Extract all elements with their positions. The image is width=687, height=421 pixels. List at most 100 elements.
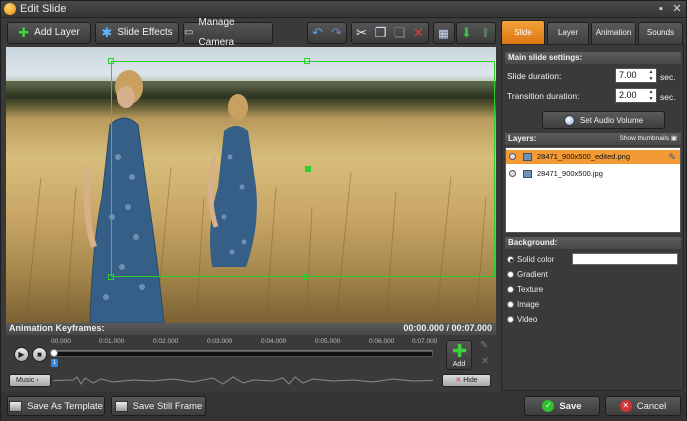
order-group: ⬇ ⬆ <box>456 22 496 44</box>
tick-label: 0:06.000 <box>369 338 395 345</box>
radio-solid-color[interactable] <box>507 256 514 263</box>
add-keyframe-label: Add <box>452 361 466 368</box>
image-thumbnail-icon <box>523 170 532 178</box>
keyframes-time: 00:00.000 / 00:07.000 <box>403 323 492 333</box>
layer-item[interactable]: 28471_900x500.jpg <box>506 167 680 181</box>
spinner-arrows-icon[interactable]: ▲ ▼ <box>647 89 655 102</box>
layers-title: Layers: <box>508 134 537 143</box>
plus-icon: ✚ <box>452 341 468 361</box>
play-button[interactable]: ▶ <box>14 347 29 362</box>
solid-color-swatch[interactable] <box>572 253 678 265</box>
tick-label: 0:07.000 <box>412 338 438 345</box>
slide-duration-unit: sec. <box>660 72 676 82</box>
hide-button[interactable]: ✕ Hide <box>442 374 491 387</box>
slide-duration-input[interactable]: 7.00 ▲ ▼ <box>615 68 657 83</box>
delete-keyframe-icon[interactable]: ✕ <box>481 356 489 367</box>
add-layer-button[interactable]: ✚ Add Layer <box>7 22 91 44</box>
pencil-icon[interactable]: ✎ <box>668 150 676 164</box>
cancel-icon: ✕ <box>619 400 632 412</box>
layer-name: 28471_900x500_edited.png <box>537 152 631 161</box>
edit-keyframe-icon[interactable]: ✎ <box>480 340 488 351</box>
align-icon[interactable]: ▦ <box>434 23 453 43</box>
slide-effects-button[interactable]: ✱ Slide Effects <box>95 22 179 44</box>
cancel-label: Cancel <box>636 400 667 412</box>
transition-duration-input[interactable]: 2.00 ▲ ▼ <box>615 88 657 103</box>
radio-video[interactable] <box>507 316 514 323</box>
cancel-button[interactable]: ✕ Cancel <box>605 396 681 416</box>
stop-button[interactable]: ■ <box>32 347 47 362</box>
layers-header: Layers: Show thumbnails ▣ <box>505 133 681 145</box>
layers-list: 28471_900x500_edited.png ✎ 28471_900x500… <box>505 147 681 233</box>
timeline: ▶ ■ 00.000 0:01.000 0:02.000 0:03.000 0:… <box>6 336 496 389</box>
set-audio-volume-button[interactable]: Set Audio Volume <box>542 111 665 129</box>
copy-icon[interactable]: ❐ <box>371 23 390 43</box>
paste-icon[interactable]: ❏ <box>390 23 409 43</box>
resize-handle-top[interactable] <box>304 58 310 64</box>
radio-gradient[interactable] <box>507 271 514 278</box>
move-down-icon[interactable]: ⬇ <box>457 23 476 43</box>
video-label: Video <box>517 315 538 324</box>
spinner-arrows-icon[interactable]: ▲ ▼ <box>647 69 655 82</box>
tab-sounds[interactable]: Sounds <box>638 22 683 44</box>
redo-icon[interactable]: ↷ <box>327 23 346 43</box>
manage-camera-button[interactable]: ▭ Manage Camera <box>183 17 273 48</box>
thumbnail-icon: ▣ <box>670 135 677 142</box>
audio-waveform <box>53 376 433 385</box>
bottom-bar: Save As Template Save Still Frame ✓ Save… <box>1 392 686 421</box>
save-button[interactable]: ✓ Save <box>524 396 600 416</box>
check-icon: ✓ <box>542 400 555 412</box>
layer-center-point[interactable] <box>305 166 311 172</box>
tab-bar: Slide Layer Animation Sounds <box>499 20 686 44</box>
tick-label: 0:01.000 <box>99 338 125 345</box>
save-as-template-label: Save As Template <box>27 400 103 412</box>
layer-name: 28471_900x500.jpg <box>537 169 603 178</box>
save-still-frame-button[interactable]: Save Still Frame <box>111 396 206 416</box>
tab-layer[interactable]: Layer <box>547 22 589 44</box>
radio-image[interactable] <box>507 301 514 308</box>
layer-item[interactable]: 28471_900x500_edited.png ✎ <box>506 150 680 164</box>
set-audio-volume-label: Set Audio Volume <box>579 115 644 125</box>
window-menu-icon[interactable]: ▪ <box>654 2 668 16</box>
transition-duration-value: 2.00 <box>619 90 637 100</box>
cut-icon[interactable]: ✂ <box>352 23 371 43</box>
radio-texture[interactable] <box>507 286 514 293</box>
texture-label: Texture <box>517 285 544 294</box>
undo-icon[interactable]: ↶ <box>308 23 327 43</box>
show-thumbnails-toggle[interactable]: Show thumbnails ▣ <box>620 133 677 145</box>
speaker-icon <box>563 114 575 126</box>
window-title: Edit Slide <box>20 3 67 15</box>
resize-handle-bottom-left[interactable] <box>108 274 114 280</box>
transition-duration-label: Transition duration: <box>507 91 580 101</box>
slide-preview[interactable] <box>6 47 496 323</box>
keyframe-marker[interactable]: 1 <box>51 359 58 367</box>
move-up-icon[interactable]: ⬆ <box>476 23 495 43</box>
keyframes-title: Animation Keyframes: <box>9 323 105 333</box>
keyframe-track[interactable] <box>53 351 433 357</box>
delete-icon[interactable]: ✕ <box>409 23 428 43</box>
playhead-marker[interactable] <box>50 349 58 357</box>
slide-settings-panel: Main slide settings: Slide duration: 7.0… <box>501 44 684 391</box>
close-icon[interactable]: ✕ <box>670 2 684 16</box>
background-header: Background: <box>505 237 681 249</box>
image-label: Image <box>517 300 540 309</box>
tab-slide[interactable]: Slide <box>501 20 545 44</box>
tab-animation[interactable]: Animation <box>591 22 636 44</box>
save-as-template-button[interactable]: Save As Template <box>7 396 105 416</box>
app-icon <box>4 3 16 15</box>
close-icon: ✕ <box>455 377 462 384</box>
image-thumbnail-icon <box>523 153 532 161</box>
music-button[interactable]: Music › <box>9 374 51 387</box>
eye-icon[interactable] <box>509 153 516 160</box>
resize-handle-bottom[interactable] <box>304 274 310 280</box>
template-icon <box>9 400 23 412</box>
music-label: Music <box>16 377 35 384</box>
tick-label: 0:05.000 <box>315 338 341 345</box>
resize-handle-top-left[interactable] <box>108 58 114 64</box>
tick-label: 00.000 <box>51 338 71 345</box>
tick-label: 0:02.000 <box>153 338 179 345</box>
save-label: Save <box>559 400 582 412</box>
add-keyframe-button[interactable]: ✚ Add <box>446 340 472 370</box>
edit-group: ✂ ❐ ❏ ✕ <box>351 22 429 44</box>
eye-icon[interactable] <box>509 170 516 177</box>
layer-selection-box[interactable] <box>111 61 495 277</box>
